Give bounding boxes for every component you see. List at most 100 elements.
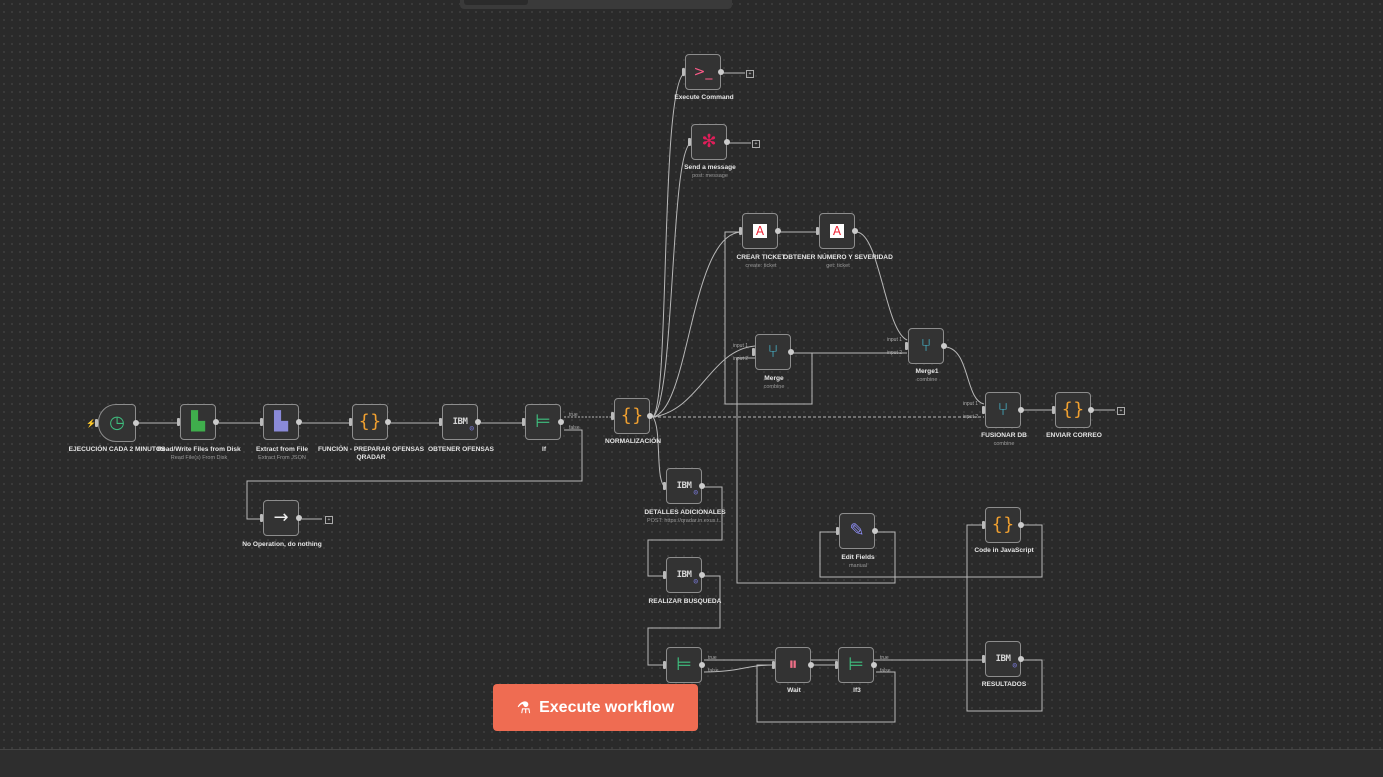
node-label: Edit Fields manual xyxy=(841,554,875,569)
input-port[interactable] xyxy=(177,418,180,426)
input-port[interactable] xyxy=(611,412,614,420)
output-port[interactable] xyxy=(941,343,947,349)
input-port[interactable] xyxy=(982,521,985,529)
node-wait[interactable]: ⏸ xyxy=(775,647,811,683)
node-resultados[interactable]: IBM ◎ xyxy=(985,641,1021,677)
input-port[interactable] xyxy=(772,661,775,669)
output-port[interactable] xyxy=(852,228,858,234)
node-realizar-busqueda[interactable]: IBM ◎ xyxy=(666,557,702,593)
node-code-javascript[interactable]: {} xyxy=(985,507,1021,543)
output-port[interactable] xyxy=(385,419,391,425)
node-obtener-numero[interactable]: A xyxy=(819,213,855,249)
output-port[interactable] xyxy=(296,515,302,521)
add-node-button[interactable]: + xyxy=(752,140,760,148)
node-funcion-preparar[interactable]: {} xyxy=(352,404,388,440)
output-port[interactable] xyxy=(1018,656,1024,662)
output-port[interactable] xyxy=(296,419,302,425)
port-label-true: true xyxy=(880,655,889,661)
node-label: Execute Command xyxy=(674,94,734,101)
input-port[interactable] xyxy=(836,527,839,535)
input-port[interactable] xyxy=(663,661,666,669)
if-icon: ⊨ xyxy=(535,411,551,432)
port-label-input2: input 2 xyxy=(963,414,979,420)
node-send-message[interactable]: ✻ xyxy=(691,124,727,160)
node-edit-fields[interactable]: ✎ xyxy=(839,513,875,549)
merge-icon: ⑂ xyxy=(767,341,779,362)
output-port[interactable] xyxy=(1018,407,1024,413)
port-label-true: true xyxy=(569,412,578,418)
node-detalles-adicionales[interactable]: IBM ◎ xyxy=(666,468,702,504)
add-node-button[interactable]: + xyxy=(1117,407,1125,415)
input-port[interactable] xyxy=(260,514,263,522)
execute-workflow-button[interactable]: ⚗ Execute workflow xyxy=(493,684,698,731)
input-port[interactable] xyxy=(522,418,525,426)
node-extract-from-file[interactable]: ▙ xyxy=(263,404,299,440)
node-if3[interactable]: ⊨ xyxy=(838,647,874,683)
node-fusionar-db[interactable]: ⑂ xyxy=(985,392,1021,428)
input-port[interactable] xyxy=(752,348,755,356)
input-port[interactable] xyxy=(982,406,985,414)
output-port[interactable] xyxy=(871,662,877,668)
node-label: Merge1 combine xyxy=(915,368,939,383)
output-port[interactable] xyxy=(872,528,878,534)
output-port[interactable] xyxy=(808,662,814,668)
bottom-panel-bar[interactable] xyxy=(0,749,1383,777)
input-port[interactable] xyxy=(739,227,742,235)
node-if2[interactable]: ⊨ xyxy=(666,647,702,683)
node-label: REALIZAR BUSQUEDA xyxy=(648,598,722,605)
output-port[interactable] xyxy=(1018,522,1024,528)
output-port[interactable] xyxy=(133,420,139,426)
output-port[interactable] xyxy=(558,419,564,425)
input-port[interactable] xyxy=(663,571,666,579)
node-merge1[interactable]: ⑂ xyxy=(908,328,944,364)
input-port[interactable] xyxy=(835,661,838,669)
code-braces-icon: {} xyxy=(1061,399,1085,420)
node-schedule-trigger[interactable]: ◷ xyxy=(98,404,136,442)
input-port[interactable] xyxy=(349,418,352,426)
output-port[interactable] xyxy=(213,419,219,425)
node-crear-ticket[interactable]: A xyxy=(742,213,778,249)
node-no-operation[interactable]: → xyxy=(263,500,299,536)
ticket-icon: A xyxy=(752,224,768,238)
add-node-button[interactable]: + xyxy=(325,516,333,524)
node-enviar-correo[interactable]: {} xyxy=(1055,392,1091,428)
output-port[interactable] xyxy=(475,419,481,425)
node-normalizacion[interactable]: {} xyxy=(614,398,650,434)
output-port[interactable] xyxy=(699,572,705,578)
port-label-false: false xyxy=(569,425,580,431)
output-port[interactable] xyxy=(718,69,724,75)
terminal-icon: >_ xyxy=(693,64,713,80)
pencil-icon: ✎ xyxy=(849,520,865,541)
add-node-button[interactable]: + xyxy=(746,70,754,78)
node-if[interactable]: ⊨ xyxy=(525,404,561,440)
ticket-icon: A xyxy=(829,224,845,238)
node-read-write-files[interactable]: ▙ xyxy=(180,404,216,440)
ibm-icon: IBM ◎ xyxy=(452,417,474,432)
input-port[interactable] xyxy=(905,342,908,350)
pause-icon: ⏸ xyxy=(788,654,798,675)
workflow-canvas[interactable]: ◷ ⚡ EJECUCIÓN CADA 2 MINUTOS ▙ Read/Writ… xyxy=(0,0,1383,777)
code-braces-icon: {} xyxy=(620,405,644,426)
input-port[interactable] xyxy=(1052,406,1055,414)
connection-edit-merge xyxy=(736,357,896,584)
input-port[interactable] xyxy=(95,419,98,427)
input-port[interactable] xyxy=(982,655,985,663)
input-port[interactable] xyxy=(688,138,691,146)
output-port[interactable] xyxy=(699,483,705,489)
output-port[interactable] xyxy=(775,228,781,234)
connection-normal-detalles xyxy=(652,416,666,488)
input-port[interactable] xyxy=(439,418,442,426)
input-port[interactable] xyxy=(663,482,666,490)
output-port[interactable] xyxy=(1088,407,1094,413)
output-port[interactable] xyxy=(724,139,730,145)
node-merge[interactable]: ⑂ xyxy=(755,334,791,370)
node-execute-command[interactable]: >_ xyxy=(685,54,721,90)
input-port[interactable] xyxy=(260,418,263,426)
node-obtener-ofensas[interactable]: IBM ◎ xyxy=(442,404,478,440)
input-port[interactable] xyxy=(816,227,819,235)
output-port[interactable] xyxy=(788,349,794,355)
output-port[interactable] xyxy=(647,413,653,419)
input-port[interactable] xyxy=(682,68,685,76)
connection-obtener-merge1 xyxy=(856,231,908,341)
output-port[interactable] xyxy=(699,662,705,668)
